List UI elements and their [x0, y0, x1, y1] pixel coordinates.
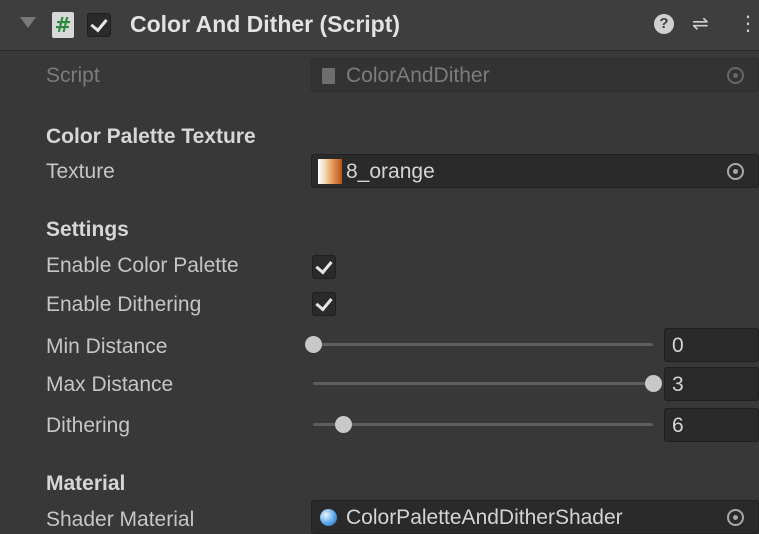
shader-material-field[interactable]: ColorPaletteAndDitherShader — [311, 500, 759, 534]
enable-color-palette-checkbox[interactable] — [312, 255, 336, 279]
object-picker-icon[interactable] — [727, 509, 744, 526]
help-icon[interactable]: ? — [654, 14, 674, 34]
dithering-value: 6 — [672, 414, 684, 437]
component-title: Color And Dither (Script) — [130, 11, 401, 37]
settings-section-title: Settings — [46, 218, 129, 241]
min-distance-slider-track[interactable] — [313, 343, 653, 346]
dithering-value-field[interactable]: 6 — [664, 408, 759, 442]
texture-value: 8_orange — [346, 160, 435, 183]
script-asset-icon — [322, 68, 335, 84]
min-distance-value: 0 — [672, 334, 684, 357]
max-distance-slider-thumb[interactable] — [644, 375, 662, 392]
max-distance-value-field[interactable]: 3 — [664, 367, 759, 401]
foldout-arrow-icon[interactable] — [20, 17, 36, 28]
checkmark-icon — [315, 256, 333, 275]
shader-material-label: Shader Material — [46, 508, 195, 531]
script-icon: # — [52, 12, 74, 38]
presets-icon[interactable]: ⇌ — [692, 11, 709, 35]
max-distance-label: Max Distance — [46, 373, 174, 396]
texture-thumbnail — [318, 159, 342, 184]
enable-dithering-label: Enable Dithering — [46, 293, 202, 316]
script-label: Script — [46, 64, 100, 87]
min-distance-value-field[interactable]: 0 — [664, 328, 759, 362]
script-icon-glyph: # — [54, 13, 72, 37]
script-value: ColorAndDither — [346, 64, 490, 87]
dithering-label: Dithering — [46, 414, 131, 437]
object-picker-icon[interactable] — [727, 163, 744, 180]
dithering-slider-thumb[interactable] — [335, 416, 353, 433]
kebab-menu-icon[interactable]: ⋮ — [738, 11, 758, 35]
texture-label: Texture — [46, 160, 115, 183]
color-palette-section-title: Color Palette Texture — [46, 125, 256, 148]
checkmark-icon — [315, 293, 333, 312]
checkmark-icon — [90, 14, 108, 33]
script-field: ColorAndDither — [311, 58, 759, 92]
texture-field[interactable]: 8_orange — [311, 154, 759, 188]
min-distance-slider-thumb[interactable] — [304, 336, 322, 353]
dithering-slider-track[interactable] — [313, 423, 653, 426]
max-distance-slider-track[interactable] — [313, 382, 653, 385]
max-distance-value: 3 — [672, 373, 684, 396]
enable-dithering-checkbox[interactable] — [312, 292, 336, 316]
material-icon — [320, 509, 337, 526]
component-enable-checkbox[interactable] — [87, 13, 111, 37]
enable-color-palette-label: Enable Color Palette — [46, 254, 239, 277]
component-header[interactable]: # Color And Dither (Script) ? ⇌ ⋮ — [0, 0, 759, 51]
min-distance-label: Min Distance — [46, 335, 168, 358]
object-picker-icon — [727, 67, 744, 84]
shader-material-value: ColorPaletteAndDitherShader — [346, 506, 623, 529]
material-section-title: Material — [46, 472, 126, 495]
